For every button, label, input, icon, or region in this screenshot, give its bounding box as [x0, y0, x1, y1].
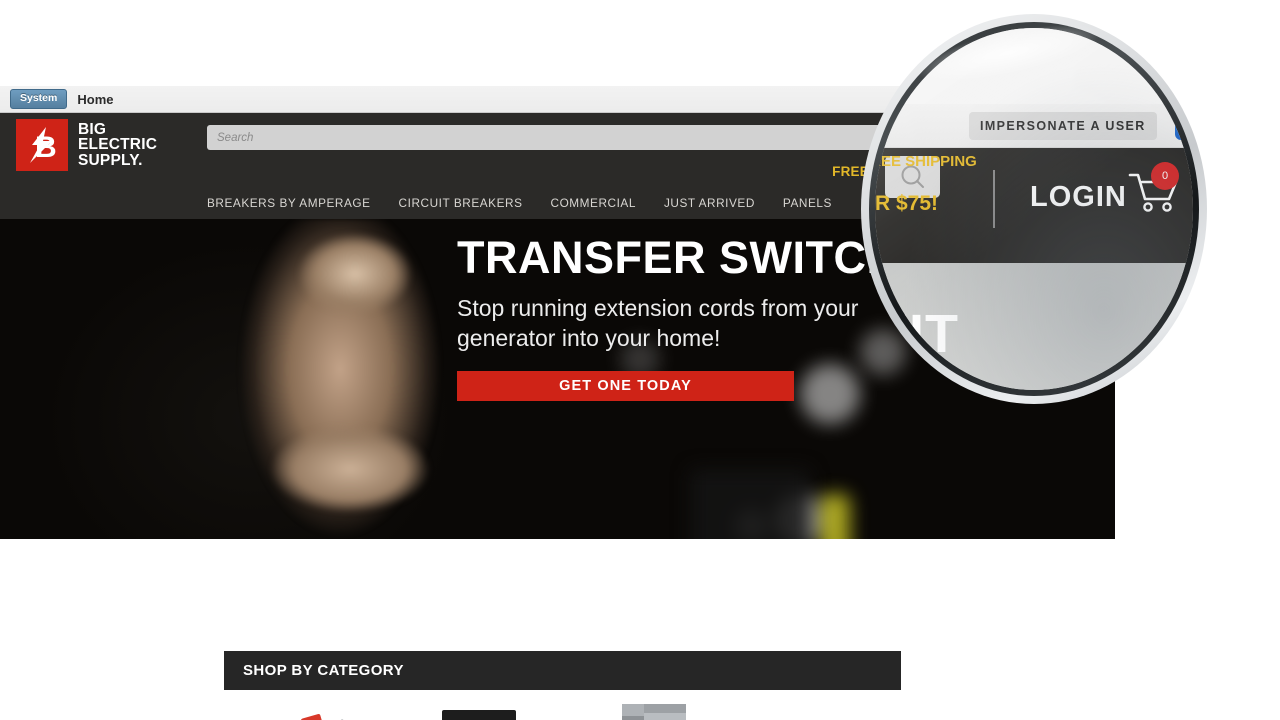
svg-text:B: B	[35, 131, 57, 164]
cart-icon	[1128, 173, 1178, 212]
hero-title: TRANSFER SWITCH KIT	[457, 232, 987, 283]
search-icon	[939, 165, 960, 186]
logo-line-3: SUPPLY.	[78, 151, 143, 169]
logo-wordmark: BIG ELECTRIC SUPPLY.	[78, 122, 157, 169]
site-logo[interactable]: B BIG ELECTRIC SUPPLY.	[16, 119, 157, 171]
nav-row-primary: BREAKERS BY AMPERAGE CIRCUIT BREAKERS CO…	[207, 189, 967, 218]
edit-square-icon-button[interactable]	[1175, 111, 1193, 140]
lens-cart-count-badge: 0	[1151, 162, 1179, 190]
browser-page: System Home B BIG ELECTRIC SUPPLY. Searc…	[0, 86, 1115, 720]
logo-mark-icon: B	[16, 119, 68, 171]
power-outlet-panel-icon	[622, 704, 686, 720]
shop-by-category-title: SHOP BY CATEGORY	[243, 662, 404, 679]
get-one-today-button[interactable]: GET ONE TODAY	[457, 371, 794, 401]
nav-item-breakers-by-amperage[interactable]: BREAKERS BY AMPERAGE	[207, 189, 371, 218]
login-button[interactable]: LOGIN	[994, 165, 1069, 191]
hero-knuckle-shape	[280, 219, 430, 329]
nav-item-just-arrived[interactable]: JUST ARRIVED	[664, 189, 755, 218]
admin-toolbar: System Home	[0, 86, 1115, 113]
edit-square-icon	[1181, 117, 1193, 134]
logo-line-1: BIG	[78, 120, 107, 138]
category-thumbnail-row	[224, 698, 901, 720]
magnifier-specular-highlight	[910, 12, 1106, 94]
hero-thumb-shape	[255, 399, 445, 539]
lens-cart-button[interactable]: 0	[1125, 162, 1185, 218]
hero-subtitle: Stop running extension cords from your g…	[457, 293, 1097, 353]
hero-text-block: TRANSFER SWITCH KIT Stop running extensi…	[457, 229, 1097, 401]
category-item-contactor[interactable]	[394, 698, 564, 720]
nav-item-panels[interactable]: PANELS	[783, 189, 832, 218]
category-item-hole-saw[interactable]	[734, 698, 904, 720]
cart-button[interactable]: 0	[1063, 159, 1115, 209]
page-title: Home	[77, 91, 114, 107]
search-input[interactable]	[207, 125, 913, 150]
hero-banner: TRANSFER SWITCH KIT Stop running extensi…	[0, 219, 1115, 539]
site-header: B BIG ELECTRIC SUPPLY. FREE SHIPPING OVE…	[0, 113, 1115, 239]
hero-subtitle-line-2: generator into your home!	[457, 325, 721, 351]
hero-bokeh-dark-panel	[690, 469, 810, 539]
hero-subtitle-line-1: Stop running extension cords from your	[457, 295, 859, 321]
category-item-circuit-breaker[interactable]	[224, 698, 394, 720]
nav-item-circuit-breakers[interactable]: CIRCUIT BREAKERS	[399, 189, 523, 218]
system-button[interactable]: System	[10, 89, 68, 109]
hero-bokeh-yellow	[820, 494, 850, 539]
category-item-power-outlet-panel[interactable]	[564, 698, 734, 720]
cart-count-badge: 0	[1095, 159, 1115, 183]
screenshot-stage: System Home B BIG ELECTRIC SUPPLY. Searc…	[0, 0, 1280, 720]
nav-item-commercial[interactable]: COMMERCIAL	[551, 189, 636, 218]
hole-saw-icon	[734, 698, 904, 720]
shop-by-category-bar: SHOP BY CATEGORY	[224, 651, 901, 690]
circuit-breaker-icon	[256, 714, 356, 720]
contactor-icon	[442, 710, 516, 720]
logo-line-2: ELECTRIC	[78, 136, 158, 154]
